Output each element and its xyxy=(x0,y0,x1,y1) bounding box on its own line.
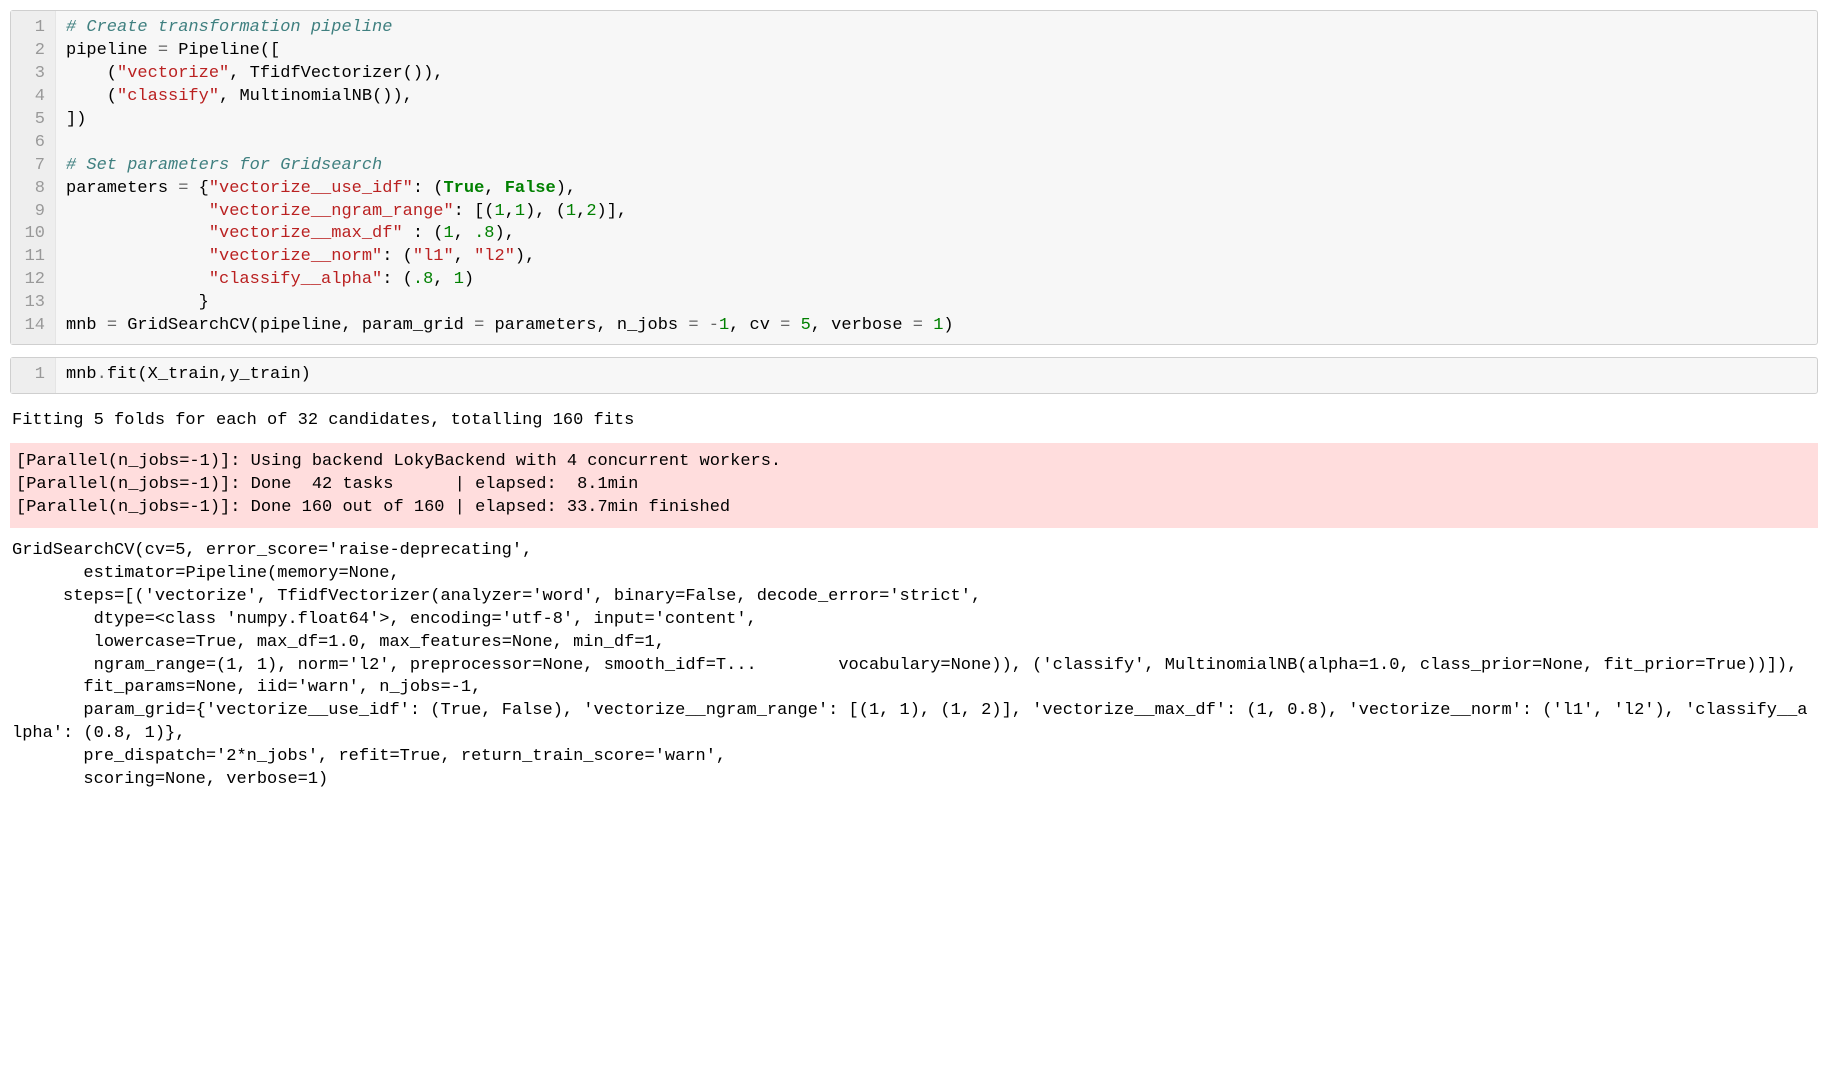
code-token xyxy=(66,224,209,243)
output-stderr: [Parallel(n_jobs=-1)]: Using backend Lok… xyxy=(10,443,1818,528)
code-token: : ( xyxy=(403,224,444,243)
code-cell-1[interactable]: 1 2 3 4 5 6 7 8 9 10 11 12 13 14 # Creat… xyxy=(10,10,1818,345)
code-token: "vectorize__ngram_range" xyxy=(209,202,454,221)
code-token: , cv xyxy=(729,316,780,335)
code-token xyxy=(66,247,209,266)
code-token: ) xyxy=(943,316,953,335)
code-token: 1 xyxy=(719,316,729,335)
code-token: 1 xyxy=(494,202,504,221)
code-token: "l1" xyxy=(413,247,454,266)
code-token: )], xyxy=(597,202,628,221)
code-token: mnb xyxy=(66,365,97,384)
code-token: Pipeline([ xyxy=(168,41,280,60)
code-token xyxy=(923,316,933,335)
code-token: , xyxy=(576,202,586,221)
code-token: = xyxy=(913,316,923,335)
line-number-gutter: 1 xyxy=(11,358,56,393)
line-number: 5 xyxy=(15,109,49,132)
code-token: ( xyxy=(66,64,117,83)
output-result: GridSearchCV(cv=5, error_score='raise-de… xyxy=(10,538,1818,794)
code-token: .8 xyxy=(474,224,494,243)
code-token: 5 xyxy=(801,316,811,335)
line-number: 13 xyxy=(15,292,49,315)
code-token: pipeline xyxy=(66,41,158,60)
code-token xyxy=(790,316,800,335)
code-token: 1 xyxy=(566,202,576,221)
code-token: "l2" xyxy=(474,247,515,266)
code-token: mnb xyxy=(66,316,107,335)
line-number: 6 xyxy=(15,132,49,155)
code-token xyxy=(66,270,209,289)
code-token: : ( xyxy=(382,270,413,289)
code-token: # Set parameters for Gridsearch xyxy=(66,156,382,175)
line-number: 3 xyxy=(15,63,49,86)
code-token: , xyxy=(505,202,515,221)
code-token: = xyxy=(107,316,117,335)
line-number: 11 xyxy=(15,246,49,269)
line-number: 10 xyxy=(15,223,49,246)
code-token: , xyxy=(454,224,474,243)
code-token: ( xyxy=(66,87,117,106)
code-token: "classify" xyxy=(117,87,219,106)
code-token: , xyxy=(484,179,504,198)
code-token: True xyxy=(443,179,484,198)
code-token: .8 xyxy=(413,270,433,289)
code-token: "vectorize__norm" xyxy=(209,247,382,266)
code-token: parameters, n_jobs xyxy=(484,316,688,335)
code-token: "vectorize__max_df" xyxy=(209,224,403,243)
code-token: = xyxy=(474,316,484,335)
line-number: 7 xyxy=(15,155,49,178)
code-token: = xyxy=(780,316,790,335)
code-token: 2 xyxy=(586,202,596,221)
code-token: ), xyxy=(515,247,535,266)
code-token: 1 xyxy=(515,202,525,221)
code-token: , verbose xyxy=(811,316,913,335)
line-number: 9 xyxy=(15,201,49,224)
output-stdout: Fitting 5 folds for each of 32 candidate… xyxy=(10,406,1818,443)
code-token: : ( xyxy=(413,179,444,198)
line-number: 14 xyxy=(15,315,49,338)
line-number: 2 xyxy=(15,40,49,63)
code-token: = xyxy=(688,316,698,335)
code-token: "classify__alpha" xyxy=(209,270,382,289)
code-token: False xyxy=(505,179,556,198)
code-token xyxy=(66,202,209,221)
code-token: , xyxy=(454,247,474,266)
code-token: { xyxy=(188,179,208,198)
code-token: 1 xyxy=(933,316,943,335)
line-number: 8 xyxy=(15,178,49,201)
code-token: } xyxy=(66,293,209,312)
code-token: , TfidfVectorizer()), xyxy=(229,64,443,83)
code-token: , MultinomialNB()), xyxy=(219,87,413,106)
code-token: - xyxy=(709,316,719,335)
code-token: ) xyxy=(464,270,474,289)
code-token: = xyxy=(158,41,168,60)
code-token: GridSearchCV(pipeline, param_grid xyxy=(117,316,474,335)
code-token: "vectorize__use_idf" xyxy=(209,179,413,198)
code-area[interactable]: mnb.fit(X_train,y_train) xyxy=(56,358,1817,393)
code-token: 1 xyxy=(454,270,464,289)
code-token: : ( xyxy=(382,247,413,266)
code-area[interactable]: # Create transformation pipeline pipelin… xyxy=(56,11,1817,344)
code-token: 1 xyxy=(443,224,453,243)
code-token: ), xyxy=(495,224,515,243)
code-token: ), xyxy=(556,179,576,198)
line-number: 4 xyxy=(15,86,49,109)
code-token: "vectorize" xyxy=(117,64,229,83)
code-token: : [( xyxy=(454,202,495,221)
line-number: 12 xyxy=(15,269,49,292)
code-token: # Create transformation pipeline xyxy=(66,18,392,37)
code-token xyxy=(699,316,709,335)
code-token: . xyxy=(97,365,107,384)
code-cell-2[interactable]: 1 mnb.fit(X_train,y_train) xyxy=(10,357,1818,394)
code-token: , xyxy=(433,270,453,289)
line-number: 1 xyxy=(15,364,49,387)
code-token: fit(X_train,y_train) xyxy=(107,365,311,384)
line-number: 1 xyxy=(15,17,49,40)
line-number-gutter: 1 2 3 4 5 6 7 8 9 10 11 12 13 14 xyxy=(11,11,56,344)
code-token: parameters xyxy=(66,179,178,198)
code-token: ]) xyxy=(66,110,86,129)
code-token: ), ( xyxy=(525,202,566,221)
code-token: = xyxy=(178,179,188,198)
